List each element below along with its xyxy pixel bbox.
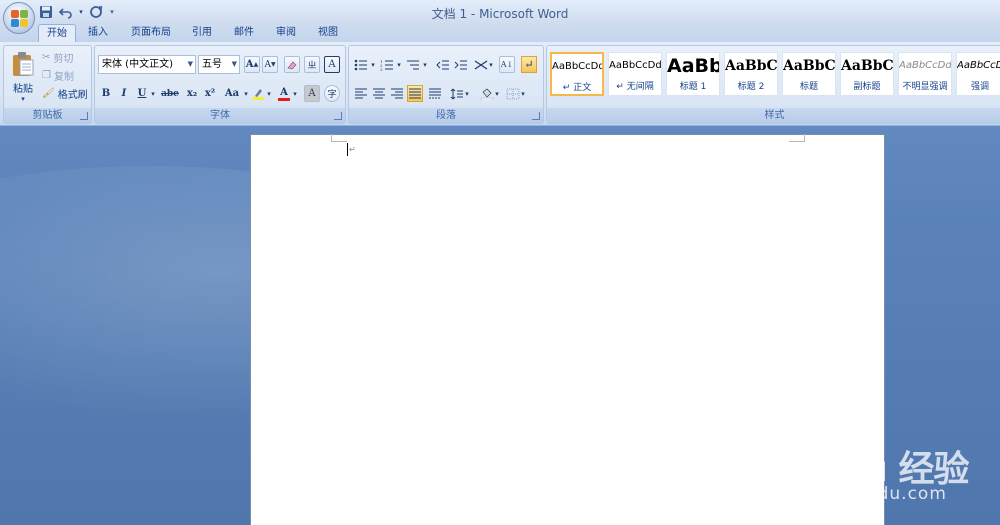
font-name-combo[interactable]: 宋体 (中文正文) ▼	[98, 55, 196, 74]
paragraph-group-label: 段落	[349, 108, 543, 123]
paste-label: 粘贴	[13, 84, 33, 95]
paragraph-group: ▾ 123 ▾ ▾ ▾ A↓ ↵ ▾ ▾ ▾ 段落	[348, 45, 544, 124]
bullets-dropdown-icon[interactable]: ▾	[369, 56, 377, 73]
numbering-dropdown-icon[interactable]: ▾	[395, 56, 403, 73]
clipboard-group: 粘贴 ▾ ✂ 剪切 ❐ 复制 🖌 格式刷 剪贴板	[3, 45, 92, 124]
ribbon: 粘贴 ▾ ✂ 剪切 ❐ 复制 🖌 格式刷 剪贴板 宋体 (中文正文) ▼ 五号 …	[0, 42, 1000, 126]
style-emphasis[interactable]: AaBbCcDd 强调	[956, 52, 1000, 96]
chinese-layout-dropdown-icon[interactable]: ▾	[487, 56, 495, 73]
office-button[interactable]	[3, 2, 35, 34]
tab-home[interactable]: 开始	[38, 24, 76, 42]
chevron-down-icon[interactable]: ▼	[188, 56, 193, 73]
styles-group-label: 样式	[547, 108, 1000, 123]
style-heading-1[interactable]: AaBb 标题 1	[666, 52, 720, 96]
copy-label: 复制	[53, 71, 74, 83]
multilevel-list-icon[interactable]	[405, 56, 421, 73]
baidu-watermark: Bai du 经验 jingyan.baidu.com	[765, 440, 995, 520]
font-launcher-icon[interactable]	[334, 112, 342, 120]
line-spacing-dropdown-icon[interactable]: ▾	[463, 85, 471, 102]
character-shading-button[interactable]: A	[304, 85, 320, 102]
subscript-button[interactable]: x₂	[184, 85, 200, 102]
tab-view[interactable]: 视图	[312, 24, 344, 42]
style-title[interactable]: AaBbC 标题	[782, 52, 836, 96]
paste-icon	[13, 52, 34, 76]
paragraph-launcher-icon[interactable]	[532, 112, 540, 120]
distributed-align-icon[interactable]	[427, 85, 443, 102]
phonetic-guide-button[interactable]: ㄓ	[304, 56, 320, 73]
align-center-icon[interactable]	[371, 85, 387, 102]
cut-button[interactable]: ✂ 剪切	[42, 49, 73, 65]
styles-group: AaBbCcDd ↵ 正文 AaBbCcDd ↵ 无间隔 AaBb 标题 1 A…	[546, 45, 1000, 124]
copy-icon: ❐	[42, 69, 51, 81]
chevron-down-icon[interactable]: ▼	[232, 56, 237, 73]
cut-label: 剪切	[53, 53, 74, 65]
font-size-combo[interactable]: 五号 ▼	[198, 55, 240, 74]
font-color-icon[interactable]: A	[276, 85, 292, 102]
underline-dropdown-icon[interactable]: ▾	[149, 85, 157, 102]
paste-button[interactable]: 粘贴 ▾	[8, 48, 38, 106]
margin-mark-left	[331, 134, 347, 142]
multilevel-dropdown-icon[interactable]: ▾	[421, 56, 429, 73]
highlight-icon[interactable]	[250, 85, 266, 102]
grow-font-button[interactable]: A ▲	[244, 56, 260, 73]
ribbon-tabs: 开始 插入 页面布局 引用 邮件 审阅 视图	[0, 24, 1000, 42]
bullets-icon[interactable]	[353, 56, 369, 73]
office-logo-icon	[11, 10, 28, 27]
paragraph-mark-icon: ↵	[349, 145, 356, 154]
borders-dropdown-icon[interactable]: ▾	[519, 85, 527, 102]
underline-button[interactable]: U	[134, 85, 150, 102]
change-case-button[interactable]: Aa	[222, 85, 242, 102]
style-normal[interactable]: AaBbCcDd ↵ 正文	[550, 52, 604, 96]
font-color-dropdown-icon[interactable]: ▾	[291, 85, 299, 102]
format-painter-icon: 🖌	[42, 87, 55, 99]
align-left-icon[interactable]	[353, 85, 369, 102]
style-heading-2[interactable]: AaBbC 标题 2	[724, 52, 778, 96]
clipboard-launcher-icon[interactable]	[80, 112, 88, 120]
tab-review[interactable]: 审阅	[270, 24, 302, 42]
scissors-icon: ✂	[42, 51, 51, 63]
tab-insert[interactable]: 插入	[82, 24, 114, 42]
font-name-value: 宋体 (中文正文)	[102, 59, 173, 70]
superscript-button[interactable]: x²	[202, 85, 218, 102]
font-group-label: 字体	[95, 108, 345, 123]
sort-icon[interactable]: A↓	[499, 56, 515, 73]
tab-mailings[interactable]: 邮件	[228, 24, 260, 42]
title-bar: ▾ ▾ 文档 1 - Microsoft Word	[0, 0, 1000, 24]
tab-page-layout[interactable]: 页面布局	[122, 24, 180, 42]
bold-button[interactable]: B	[98, 85, 114, 102]
format-painter-button[interactable]: 🖌 格式刷	[42, 85, 88, 101]
shrink-font-button[interactable]: A ▼	[262, 56, 278, 73]
increase-indent-icon[interactable]	[453, 56, 469, 73]
copy-button[interactable]: ❐ 复制	[42, 67, 74, 83]
strikethrough-button[interactable]: abe	[159, 85, 181, 102]
highlight-dropdown-icon[interactable]: ▾	[265, 85, 273, 102]
change-case-dropdown-icon[interactable]: ▾	[242, 85, 250, 102]
style-subtle-emphasis[interactable]: AaBbCcDd 不明显强调	[898, 52, 952, 96]
numbering-icon[interactable]: 123	[379, 56, 395, 73]
show-paragraph-marks-icon[interactable]: ↵	[521, 56, 537, 73]
tab-references[interactable]: 引用	[186, 24, 218, 42]
align-right-icon[interactable]	[389, 85, 405, 102]
font-size-value: 五号	[202, 59, 222, 70]
margin-mark-right	[789, 134, 805, 142]
watermark-url: jingyan.baidu.com	[773, 484, 947, 504]
style-no-spacing[interactable]: AaBbCcDd ↵ 无间隔	[608, 52, 662, 96]
enclose-characters-button[interactable]: 字	[324, 85, 340, 102]
italic-button[interactable]: I	[116, 85, 132, 102]
text-cursor	[347, 143, 348, 156]
clipboard-group-label: 剪贴板	[4, 108, 91, 123]
svg-text:3: 3	[380, 67, 383, 71]
window-title: 文档 1 - Microsoft Word	[431, 7, 569, 21]
decrease-indent-icon[interactable]	[435, 56, 451, 73]
format-painter-label: 格式刷	[57, 89, 88, 101]
paste-dropdown-icon[interactable]: ▾	[21, 95, 25, 103]
font-group: 宋体 (中文正文) ▼ 五号 ▼ A ▲ A ▼ ㄓ A B I U ▾ abe x…	[94, 45, 346, 124]
shading-dropdown-icon[interactable]: ▾	[493, 85, 501, 102]
justify-icon[interactable]	[407, 85, 423, 102]
character-border-button[interactable]: A	[324, 56, 340, 73]
clear-formatting-icon[interactable]	[284, 56, 300, 73]
style-subtitle[interactable]: AaBbC 副标题	[840, 52, 894, 96]
